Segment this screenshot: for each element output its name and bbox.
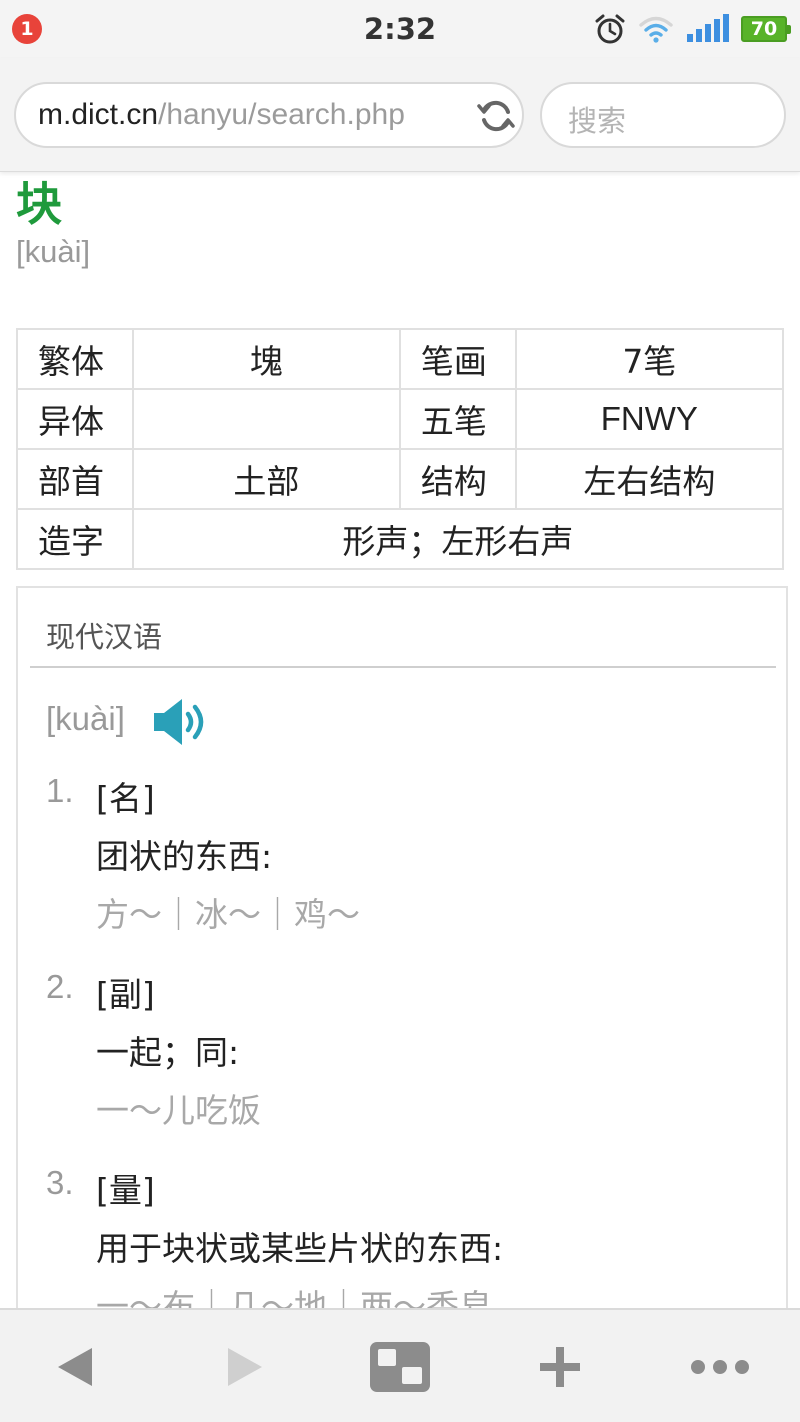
strokes-label: 笔画 [398, 328, 517, 390]
new-tab-plus-icon[interactable] [520, 1336, 600, 1398]
radical-value: 土部 [131, 448, 401, 510]
modern-chinese-section: 现代汉语 [kuài] 1. [名] 团状的东西: 方～｜冰～｜鸡～ 2. [副… [16, 586, 788, 1308]
sense-pos: [副] [96, 975, 155, 1014]
sense-number: 3. [46, 1164, 74, 1201]
section-divider [30, 666, 776, 668]
table-row: 部首 土部 结构 左右结构 [16, 448, 785, 510]
url-path: /hanyu/search.php [158, 98, 405, 131]
search-input[interactable]: 搜索 [540, 82, 786, 148]
character-info-table: 繁体 塊 笔画 7笔 异体 五笔 FNWY 部首 土部 结构 左右结构 造字 形… [16, 328, 785, 570]
sense-examples: 一～布｜几～地｜两～香皂 [96, 1287, 492, 1308]
sense-number: 1. [46, 772, 74, 809]
formation-value: 形声；左形右声 [131, 508, 785, 570]
strokes-value: 7笔 [514, 328, 785, 390]
table-row: 造字 形声；左形右声 [16, 508, 785, 570]
alarm-icon [595, 14, 625, 44]
table-row: 异体 五笔 FNWY [16, 388, 785, 450]
formation-label: 造字 [16, 508, 134, 570]
back-arrow-icon[interactable] [36, 1336, 116, 1398]
variant-value [131, 388, 401, 450]
headword: 块 [16, 177, 62, 231]
sense-definition: 一起；同: [96, 1033, 240, 1072]
variant-label: 异体 [16, 388, 134, 450]
wubi-value: FNWY [514, 388, 785, 450]
sense-pos: [量] [96, 1171, 155, 1210]
traditional-value: 塊 [131, 328, 401, 390]
wifi-icon [639, 16, 673, 43]
forward-arrow-icon[interactable] [204, 1336, 284, 1398]
radical-label: 部首 [16, 448, 134, 510]
wubi-label: 五笔 [398, 388, 517, 450]
entry-pinyin: [kuài] [46, 700, 125, 737]
headword-pinyin: [kuài] [16, 234, 91, 269]
signal-icon [687, 14, 729, 42]
url-text[interactable]: m.dict.cn/hanyu/search.php [38, 98, 458, 134]
url-domain: m.dict.cn [38, 98, 159, 131]
page-content: 块 [kuài] 繁体 塊 笔画 7笔 异体 五笔 FNWY 部首 土部 结构 … [0, 172, 800, 1308]
status-bar: 1 2:32 70 [0, 0, 800, 58]
battery-icon: 70 [741, 16, 791, 42]
speaker-icon[interactable] [150, 696, 214, 748]
sense-definition: 团状的东西: [96, 837, 273, 876]
more-menu-icon[interactable] [680, 1336, 760, 1398]
search-placeholder: 搜索 [568, 104, 627, 138]
browser-address-area: m.dict.cn/hanyu/search.php 搜索 [0, 58, 800, 172]
status-time: 2:32 [363, 12, 437, 46]
url-field[interactable]: m.dict.cn/hanyu/search.php [14, 82, 524, 148]
sense-pos: [名] [96, 779, 155, 818]
structure-label: 结构 [398, 448, 517, 510]
section-title: 现代汉语 [46, 620, 163, 654]
refresh-icon[interactable] [477, 97, 515, 135]
sense-examples: 一～儿吃饭 [96, 1091, 261, 1130]
traditional-label: 繁体 [16, 328, 134, 390]
sense-definition: 用于块状或某些片状的东西: [96, 1229, 504, 1268]
sense-examples: 方～｜冰～｜鸡～ [96, 895, 360, 934]
url-fade [436, 84, 476, 146]
table-row: 繁体 塊 笔画 7笔 [16, 328, 785, 390]
browser-toolbar [0, 1308, 800, 1422]
sense-number: 2. [46, 968, 74, 1005]
structure-value: 左右结构 [514, 448, 785, 510]
tabs-icon[interactable] [360, 1336, 440, 1398]
